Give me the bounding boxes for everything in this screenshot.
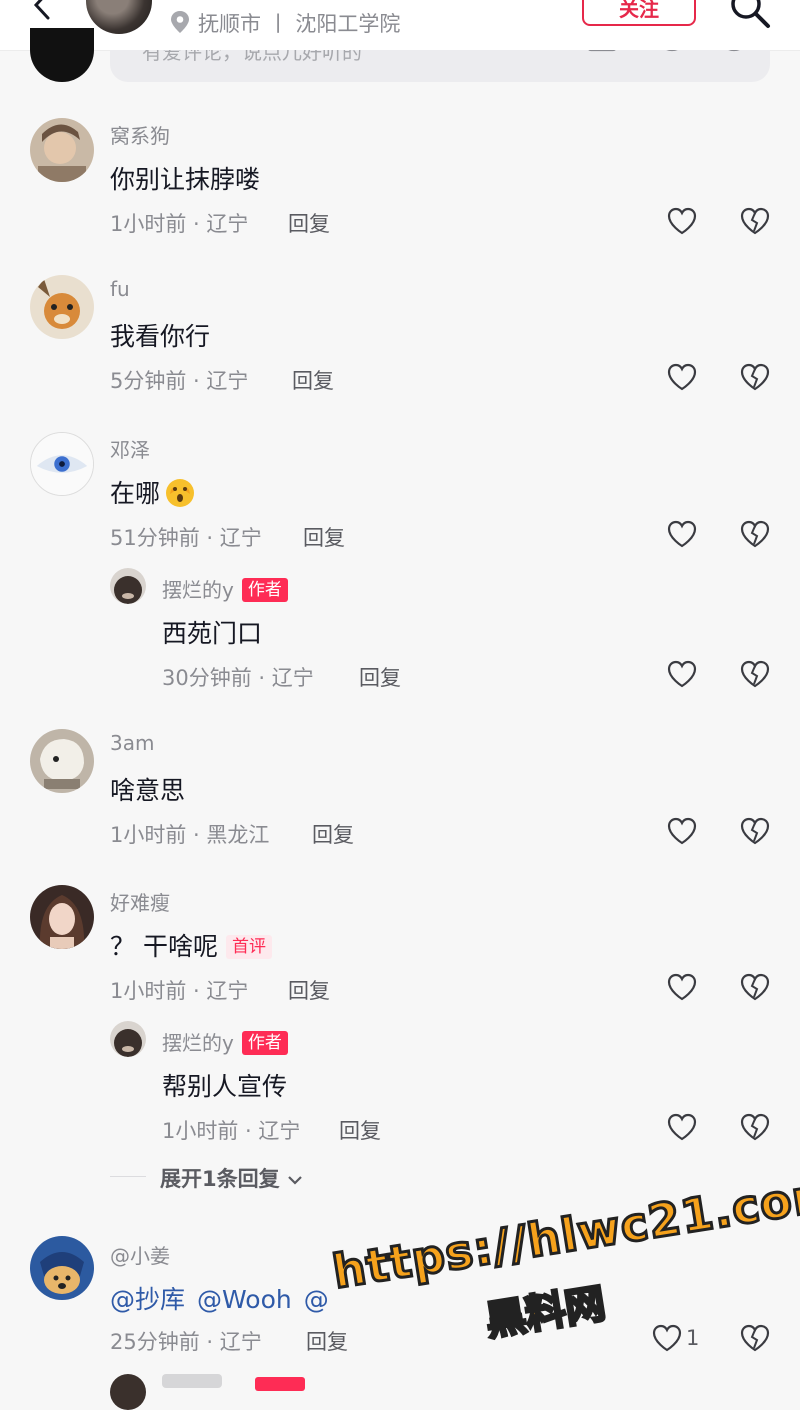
username-placeholder [162,1374,222,1388]
username[interactable]: fu [110,277,130,301]
avatar[interactable] [30,275,94,339]
username[interactable]: 摆烂的y [162,1031,234,1055]
divider [110,1176,146,1177]
back-arrow-icon[interactable] [26,0,56,20]
heart-icon[interactable] [652,1324,682,1352]
watermark-label: 黑料网 [481,1279,610,1346]
search-icon[interactable] [728,0,772,30]
avatar[interactable] [30,118,94,182]
mention-link[interactable]: @抄库 [110,1285,185,1314]
reply-button[interactable]: 回复 [303,522,345,552]
comment-meta: 1小时前 · 辽宁 [110,979,249,1003]
username[interactable]: 好难瘦 [110,887,170,916]
comment-meta: 5分钟前 · 辽宁 [110,369,249,393]
broken-heart-icon[interactable] [740,817,770,845]
comment-input[interactable]: 有爱评论，说点儿好听的 [110,50,770,82]
reply-button[interactable]: 回复 [339,1115,381,1145]
comment-text: @抄库 @Wooh @ [110,1280,341,1316]
broken-heart-icon[interactable] [740,1113,770,1141]
comment-text-body: 在哪 [110,479,161,508]
comment-text: 啥意思 [110,776,186,805]
chevron-down-icon [288,1176,302,1185]
broken-heart-icon[interactable] [740,520,770,548]
comment-text: 在哪 [110,474,196,510]
username[interactable]: @小姜 [110,1240,170,1269]
location-text[interactable]: 抚顺市 丨 沈阳工学院 [198,8,400,38]
reply-button[interactable]: 回复 [306,1326,348,1356]
my-avatar [30,28,94,82]
avatar[interactable] [110,1021,146,1057]
reply-text: 帮别人宣传 [162,1072,288,1101]
expand-replies-button[interactable]: 展开1条回复 [160,1163,303,1193]
broken-heart-icon[interactable] [740,207,770,235]
author-badge [255,1377,305,1391]
avatar[interactable] [30,729,94,793]
heart-icon[interactable] [667,817,697,845]
heart-icon[interactable] [667,207,697,235]
avatar[interactable] [110,1374,146,1410]
comment-input-placeholder: 有爱评论，说点儿好听的 [142,50,362,64]
comment-meta: 25分钟前 · 辽宁 [110,1330,262,1354]
avatar[interactable] [30,885,94,949]
surprised-emoji-icon [166,479,195,507]
comment-text: ？ 干啥呢 首评 [110,927,272,963]
reply-username: 摆烂的y 作者 [162,574,288,603]
like-count: 1 [686,1326,700,1350]
heart-icon[interactable] [667,660,697,688]
heart-icon[interactable] [667,1113,697,1141]
username[interactable]: 3am [110,731,154,755]
reply-text: 西苑门口 [162,619,263,648]
mention-link[interactable]: @ [304,1285,329,1314]
username[interactable]: 窝系狗 [110,120,170,149]
comment-text: 我看你行 [110,322,211,351]
author-avatar[interactable] [86,0,152,34]
mention-link[interactable]: @Wooh [197,1285,292,1314]
broken-heart-icon[interactable] [740,973,770,1001]
comment-meta: 1小时前 · 辽宁 [110,212,249,236]
author-badge: 作者 [241,1031,288,1055]
top-bar: 抚顺市 丨 沈阳工学院 关注 [0,0,800,51]
avatar[interactable] [30,432,94,496]
comment-text: 你别让抹脖喽 [110,165,261,194]
first-comment-badge: 首评 [225,935,272,959]
reply-button[interactable]: 回复 [359,662,401,692]
comment-meta: 51分钟前 · 辽宁 [110,526,262,550]
reply-button[interactable]: 回复 [312,819,354,849]
author-badge: 作者 [241,578,288,602]
reply-meta: 1小时前 · 辽宁 [162,1119,301,1143]
comment-meta: 1小时前 · 黑龙江 [110,823,270,847]
heart-icon[interactable] [667,520,697,548]
location-pin-icon [171,11,189,33]
broken-heart-icon[interactable] [740,363,770,391]
comment-text-body: ？ 干啥呢 [110,932,218,961]
reply-button[interactable]: 回复 [288,208,330,238]
reply-button[interactable]: 回复 [288,975,330,1005]
expand-replies-label: 展开1条回复 [160,1167,280,1191]
reply-meta: 30分钟前 · 辽宁 [162,666,314,690]
reply-username: 摆烂的y 作者 [162,1027,288,1056]
reply-button[interactable]: 回复 [292,365,334,395]
heart-icon[interactable] [667,973,697,1001]
follow-button[interactable]: 关注 [582,0,696,26]
broken-heart-icon[interactable] [740,1324,770,1352]
avatar[interactable] [110,568,146,604]
username[interactable]: 摆烂的y [162,578,234,602]
composer-toolbar [588,50,740,52]
heart-icon[interactable] [667,363,697,391]
avatar[interactable] [30,1236,94,1300]
broken-heart-icon[interactable] [740,660,770,688]
username[interactable]: 邓泽 [110,434,150,463]
